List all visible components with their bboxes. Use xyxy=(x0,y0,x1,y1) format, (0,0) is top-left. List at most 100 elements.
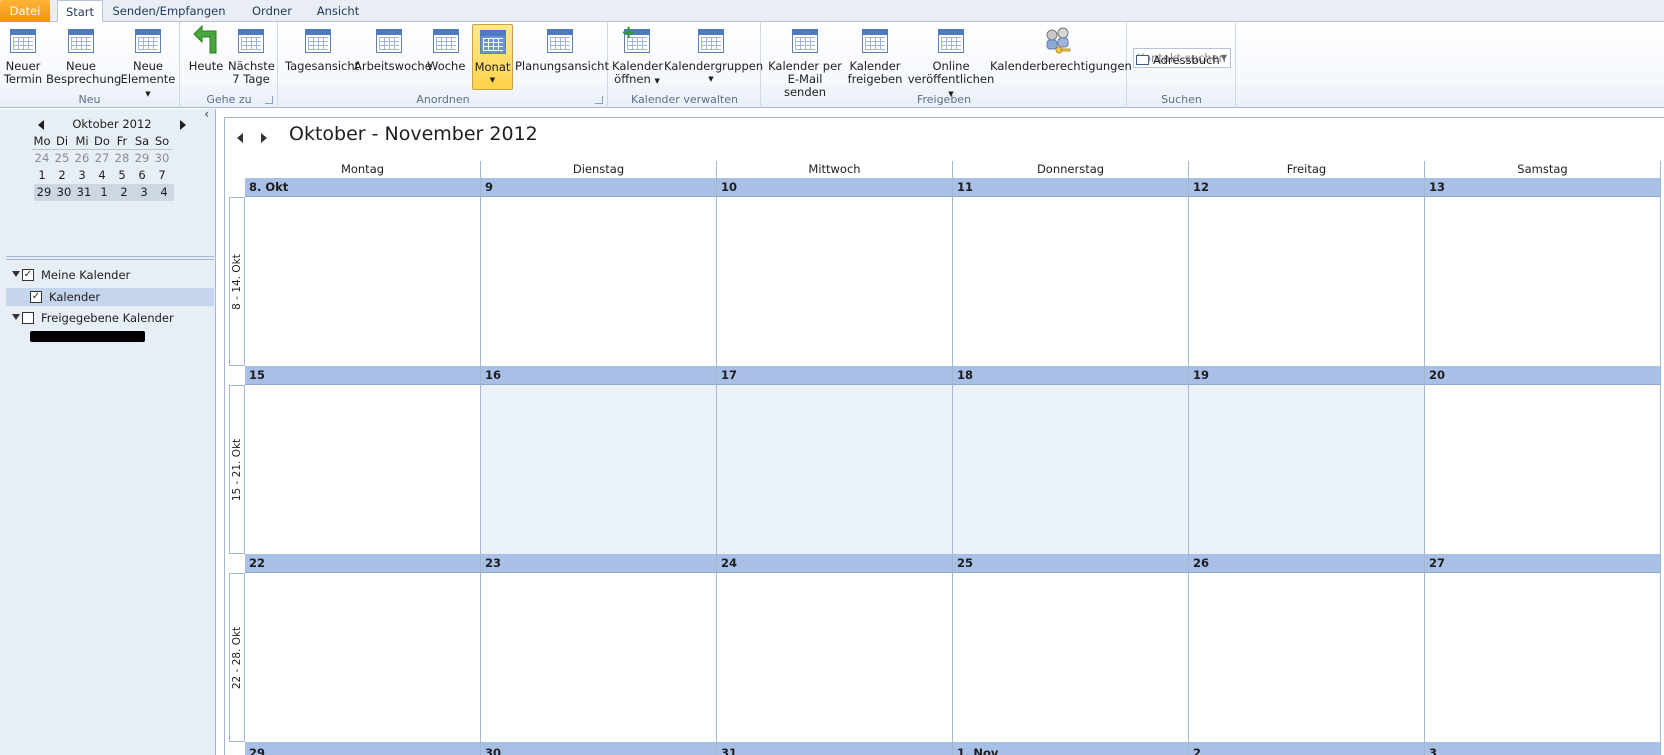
mini-calendar-day[interactable]: 1 xyxy=(32,167,52,184)
mini-calendar-day[interactable]: 7 xyxy=(152,167,172,184)
mini-calendar-day[interactable]: 5 xyxy=(112,167,132,184)
day-cell[interactable]: 27 xyxy=(1425,554,1661,742)
pane-splitter[interactable] xyxy=(6,256,214,260)
mini-calendar-day[interactable]: 30 xyxy=(152,150,172,167)
mini-calendar-day[interactable]: 27 xyxy=(92,150,112,167)
mini-calendar-day[interactable]: 2 xyxy=(114,184,134,201)
mini-calendar-day[interactable]: 3 xyxy=(134,184,154,201)
schedule-view-button[interactable]: Planungsansicht xyxy=(515,25,609,89)
checkbox-checked-icon[interactable]: ✓ xyxy=(30,291,42,303)
month-view-icon xyxy=(477,26,509,58)
email-calendar-button[interactable]: Kalender per E-Mail senden xyxy=(766,25,844,99)
day-cell[interactable]: 11 xyxy=(953,178,1189,366)
day-cell[interactable]: 1. Nov xyxy=(953,742,1189,755)
expand-triangle-icon[interactable] xyxy=(12,271,20,277)
new-meeting-button[interactable]: Neue Besprechung xyxy=(46,25,121,89)
weekday-mittwoch: Mittwoch xyxy=(717,161,953,178)
new-appointment-button[interactable]: Neuer Termin xyxy=(2,25,44,89)
day-cell[interactable]: 30 xyxy=(481,742,717,755)
day-cell[interactable]: 29 xyxy=(245,742,481,755)
day-cell[interactable]: 9 xyxy=(481,178,717,366)
group-label-freigeben: Freigeben xyxy=(916,93,972,106)
mini-calendar-day[interactable]: 4 xyxy=(154,184,174,201)
mini-calendar-day[interactable]: 29 xyxy=(34,184,54,201)
week-view-icon xyxy=(430,25,462,57)
tab-ansicht[interactable]: Ansicht xyxy=(310,0,366,22)
dialog-launcher-icon[interactable] xyxy=(595,96,603,104)
checkbox-unchecked-icon[interactable] xyxy=(22,312,34,324)
day-cell[interactable]: 19 xyxy=(1189,366,1425,554)
mini-calendar-day[interactable]: 3 xyxy=(72,167,92,184)
mini-calendar-day[interactable]: 31 xyxy=(74,184,94,201)
day-cell[interactable]: 18 xyxy=(953,366,1189,554)
day-cell[interactable]: 17 xyxy=(717,366,953,554)
mini-calendar-day[interactable]: 6 xyxy=(132,167,152,184)
mini-calendar-day[interactable]: 30 xyxy=(54,184,74,201)
share-calendar-button[interactable]: Kalender freigeben xyxy=(846,25,904,89)
tab-ordner[interactable]: Ordner xyxy=(244,0,300,22)
tree-shared-calendars[interactable]: Freigegebene Kalender xyxy=(0,309,216,327)
day-cell[interactable]: 2 xyxy=(1189,742,1425,755)
mini-calendar-day[interactable]: 2 xyxy=(52,167,72,184)
collapse-pane-icon[interactable]: ‹ xyxy=(204,107,209,121)
previous-period-icon[interactable] xyxy=(237,133,243,143)
tab-senden-empfangen[interactable]: Senden/Empfangen xyxy=(110,0,228,22)
new-items-button[interactable]: Neue Elemente ▼ xyxy=(118,25,178,98)
next-7-days-button[interactable]: Nächste 7 Tage xyxy=(228,25,275,89)
day-cell[interactable]: 10 xyxy=(717,178,953,366)
next-month-icon[interactable] xyxy=(180,120,186,130)
week-label[interactable]: 8 - 14. Okt xyxy=(229,197,245,366)
work-week-button[interactable]: Arbeitswoche xyxy=(354,25,432,89)
dropdown-arrow-icon: ▼ xyxy=(654,77,660,85)
expand-triangle-icon[interactable] xyxy=(12,314,20,320)
dropdown-arrow-icon: ▼ xyxy=(489,76,496,84)
week-label[interactable]: 15 - 21. Okt xyxy=(229,385,245,554)
day-cell[interactable]: 15 xyxy=(245,366,481,554)
tab-datei[interactable]: Datei xyxy=(0,0,50,22)
mini-calendar-day[interactable]: 28 xyxy=(112,150,132,167)
group-label-kalender-verwalten: Kalender verwalten xyxy=(631,93,738,106)
day-cell[interactable]: 22 xyxy=(245,554,481,742)
tab-start[interactable]: Start xyxy=(57,0,103,23)
day-cell[interactable]: 26 xyxy=(1189,554,1425,742)
today-button[interactable]: Heute xyxy=(186,24,226,89)
group-label-anordnen: Anordnen xyxy=(416,93,470,106)
mini-calendar-day[interactable]: 26 xyxy=(72,150,92,167)
ribbon: Neuer Termin Neue Besprechung Neue Eleme… xyxy=(0,22,1664,108)
previous-month-icon[interactable] xyxy=(38,120,44,130)
day-cell[interactable]: 13 xyxy=(1425,178,1661,366)
day-cell[interactable]: 12 xyxy=(1189,178,1425,366)
mini-calendar-day[interactable]: 4 xyxy=(92,167,112,184)
weekday-header: Montag Dienstag Mittwoch Donnerstag Frei… xyxy=(245,161,1664,178)
day-cell[interactable]: 23 xyxy=(481,554,717,742)
day-cell[interactable]: 16 xyxy=(481,366,717,554)
redacted-calendar-name[interactable] xyxy=(30,331,145,342)
weekday-freitag: Freitag xyxy=(1189,161,1425,178)
calendar-groups-button[interactable]: Kalendergruppen ▼ xyxy=(664,25,763,89)
tree-my-calendars[interactable]: ✓ Meine Kalender xyxy=(0,266,216,284)
calendar-permissions-button[interactable]: Kalenderberechtigungen xyxy=(990,25,1132,89)
week-label[interactable]: 22 - 28. Okt xyxy=(229,573,245,742)
checkbox-checked-icon[interactable]: ✓ xyxy=(22,269,34,281)
day-cell[interactable]: 20 xyxy=(1425,366,1661,554)
tree-item-kalender[interactable]: ✓ Kalender xyxy=(6,288,214,306)
month-view-button[interactable]: Monat ▼ xyxy=(472,24,513,90)
day-cell[interactable]: 25 xyxy=(953,554,1189,742)
day-cell[interactable]: 8. Okt xyxy=(245,178,481,366)
day-cell[interactable]: 24 xyxy=(717,554,953,742)
day-cell[interactable]: 3 xyxy=(1425,742,1661,755)
mini-calendar-day[interactable]: 29 xyxy=(132,150,152,167)
mini-calendar-day[interactable]: 1 xyxy=(94,184,114,201)
next-period-icon[interactable] xyxy=(261,133,267,143)
publish-online-button[interactable]: Online veröffentlichen ▼ xyxy=(906,25,996,98)
chevron-down-icon[interactable]: ▼ xyxy=(1221,49,1227,67)
mini-calendar-day[interactable]: 24 xyxy=(32,150,52,167)
share-calendar-icon xyxy=(859,25,891,57)
mini-calendar-day[interactable]: 25 xyxy=(52,150,72,167)
open-calendar-button[interactable]: + Kalender öffnen ▼ xyxy=(612,24,663,89)
address-book-button[interactable]: Adressbuch xyxy=(1136,52,1220,68)
day-view-button[interactable]: Tagesansicht xyxy=(285,25,359,89)
dialog-launcher-icon[interactable] xyxy=(265,96,273,104)
week-view-button[interactable]: Woche xyxy=(427,25,465,89)
day-cell[interactable]: 31 xyxy=(717,742,953,755)
